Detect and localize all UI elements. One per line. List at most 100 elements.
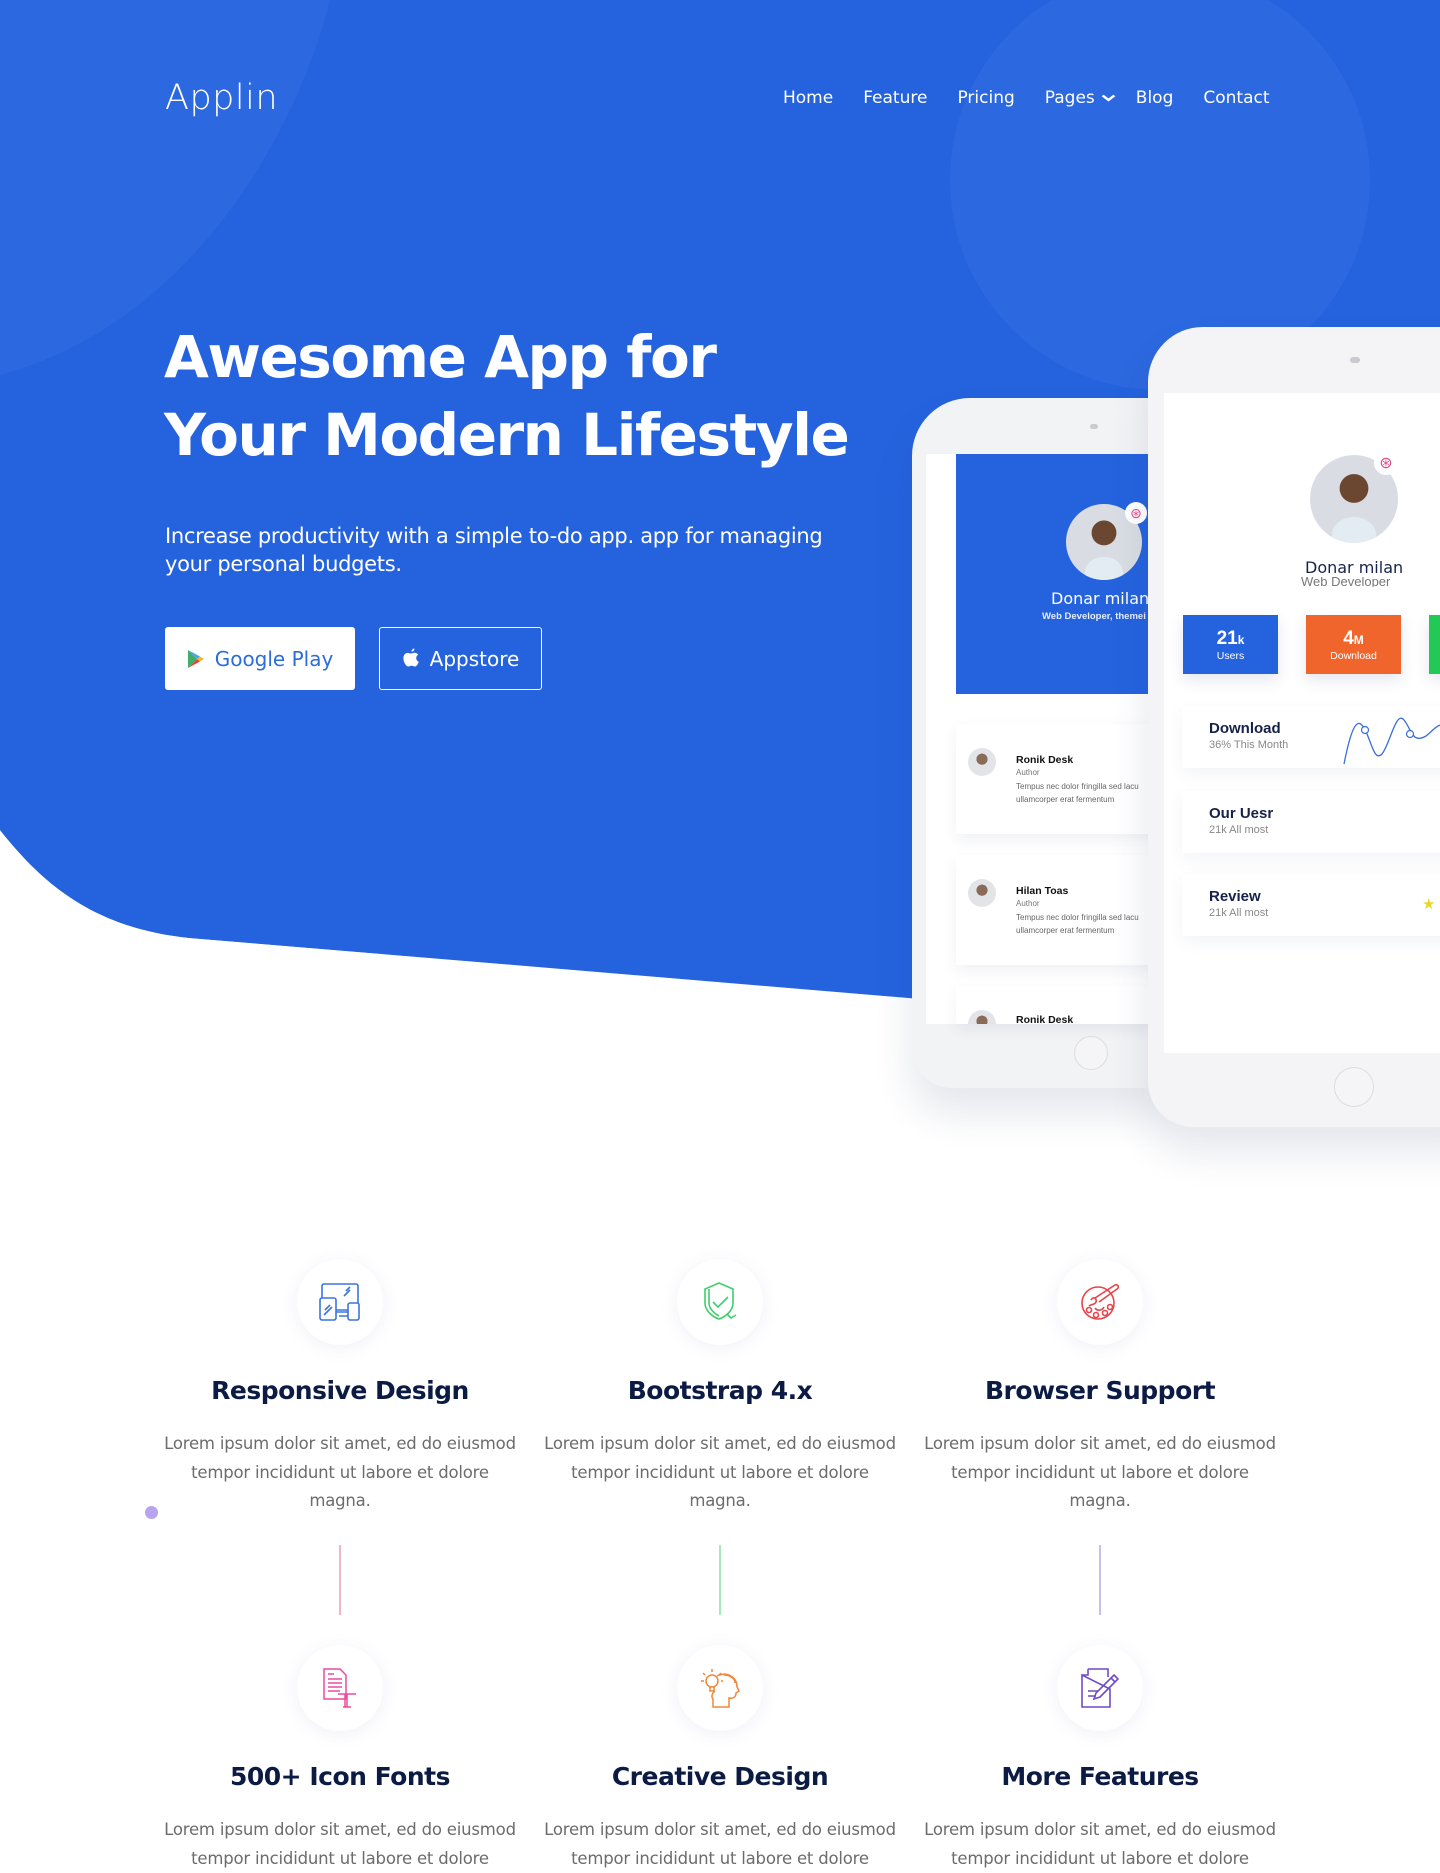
nav-contact[interactable]: Contact xyxy=(1203,88,1269,108)
stat-row-download: Download 36% This Month xyxy=(1182,706,1440,768)
list-item-name: Ronik Desk xyxy=(1016,754,1074,766)
nav-feature[interactable]: Feature xyxy=(863,88,927,108)
list-item: Ronik Desk xyxy=(956,986,1162,1024)
appstore-button[interactable]: Appstore xyxy=(379,627,542,690)
hero-title-line1: Awesome App for xyxy=(164,323,717,391)
row-subtitle: 36% This Month xyxy=(1209,739,1289,751)
feature-icon-circle xyxy=(677,1259,763,1345)
phone-home-button xyxy=(1074,1036,1108,1070)
feature-text: Lorem ipsum dolor sit amet, ed do eiusmo… xyxy=(164,1434,516,1510)
main-nav: Home Feature Pricing Pages Blog Contact xyxy=(783,88,1300,108)
list-item-text: Tempus nec dolor fringilla sed lacu ullam… xyxy=(1016,911,1139,937)
feature-icon-circle xyxy=(297,1259,383,1345)
list-item-text-line: ullamcorper erat fermentum xyxy=(1016,795,1115,804)
rating-stars: ★★ xyxy=(1422,895,1440,913)
stat-row-review: Review 21k All most ★★ xyxy=(1182,874,1440,936)
list-item: Hilan Toas Author Tempus nec dolor fring… xyxy=(956,855,1162,965)
hero-title: Awesome App for Your Modern Lifestyle xyxy=(164,318,850,474)
row-title: Download xyxy=(1209,720,1281,737)
nav-feature-label: Feature xyxy=(863,88,928,108)
feature-text: Lorem ipsum dolor sit amet, ed do eiusmo… xyxy=(544,1820,896,1868)
row-subtitle: 21k All most xyxy=(1209,824,1269,836)
connector-line xyxy=(1099,1545,1101,1615)
stat-third xyxy=(1429,615,1440,674)
nav-home-label: Home xyxy=(783,88,834,108)
feature-text: Lorem ipsum dolor sit amet, ed do eiusmo… xyxy=(544,1434,896,1510)
row-title: Our Uesr xyxy=(1209,805,1274,822)
google-play-icon xyxy=(187,649,205,669)
nav-pages[interactable]: Pages xyxy=(1045,88,1116,108)
apple-icon xyxy=(402,648,420,669)
devices-icon xyxy=(319,1283,360,1321)
star-icon: ★ xyxy=(1422,896,1440,913)
list-item-name: Ronik Desk xyxy=(1016,1014,1074,1024)
phone-camera xyxy=(1350,357,1360,363)
stat-row-users: Our Uesr 21k All most xyxy=(1182,791,1440,853)
google-play-button[interactable]: Google Play xyxy=(165,627,355,690)
phone-right-screen: ⊛ Donar milan Web Developer 21k Users 4M… xyxy=(1164,393,1440,1053)
profile-name: Donar milan xyxy=(1051,589,1150,608)
nav-pricing[interactable]: Pricing xyxy=(957,88,1014,108)
nav-blog[interactable]: Blog xyxy=(1136,88,1174,108)
stat-unit: k xyxy=(1237,632,1245,647)
phone-left-screen: ⊛ Donar milan Web Developer, themei Roni… xyxy=(926,454,1162,1024)
list-item-role: Author xyxy=(1016,768,1040,777)
profile-panel: ⊛ Donar milan Web Developer, themei xyxy=(956,454,1162,694)
feature-title: More Features xyxy=(1001,1762,1199,1791)
phone-mockup-left: ⊛ Donar milan Web Developer, themei Roni… xyxy=(912,398,1162,1088)
profile-subtitle: Web Developer, themei xyxy=(1042,611,1146,622)
stat-label: Users xyxy=(1216,649,1245,662)
nav-pricing-label: Pricing xyxy=(957,88,1015,108)
shield-check-icon xyxy=(704,1282,737,1320)
dribbble-icon: ⊛ xyxy=(1125,502,1147,524)
feature-icon-circle xyxy=(297,1645,383,1731)
hero-title-line2: Your Modern Lifestyle xyxy=(164,401,850,469)
feature-text: Lorem ipsum dolor sit amet, ed do eiusmo… xyxy=(924,1434,1276,1510)
stat-downloads: 4M Download xyxy=(1306,615,1401,674)
palette-icon xyxy=(1081,1284,1120,1320)
stat-unit: M xyxy=(1353,632,1364,647)
list-item-text-line: Tempus nec dolor fringilla sed lacu xyxy=(1016,913,1139,922)
profile-subtitle: Web Developer xyxy=(1301,577,1391,587)
nav-contact-label: Contact xyxy=(1203,88,1270,108)
phone-home-button xyxy=(1334,1067,1374,1107)
connector-line xyxy=(719,1545,721,1615)
list-item-text-line: Tempus nec dolor fringilla sed lacu xyxy=(1016,782,1139,791)
stat-label: Download xyxy=(1330,649,1377,662)
feature-text: Lorem ipsum dolor sit amet, ed do eiusmo… xyxy=(164,1820,516,1868)
list-item: Ronik Desk Author Tempus nec dolor fring… xyxy=(956,724,1162,834)
appstore-label: Appstore xyxy=(429,646,520,671)
feature-title: Responsive Design xyxy=(211,1376,469,1405)
profile-name: Donar milan xyxy=(1305,558,1404,577)
document-font-icon xyxy=(323,1668,356,1708)
feature-title: Browser Support xyxy=(984,1376,1216,1405)
feature-icon-circle xyxy=(1057,1645,1143,1731)
decorative-dot xyxy=(145,1506,158,1519)
list-item-text: Tempus nec dolor fringilla sed lacu ullam… xyxy=(1016,780,1139,806)
avatar xyxy=(968,1010,996,1024)
edit-document-icon xyxy=(1081,1668,1120,1708)
phone-camera xyxy=(1090,424,1098,429)
logo[interactable]: Applin xyxy=(165,78,278,118)
nav-blog-label: Blog xyxy=(1135,88,1174,108)
idea-head-icon xyxy=(701,1669,740,1708)
feature-title: Creative Design xyxy=(611,1762,829,1791)
nav-home[interactable]: Home xyxy=(783,88,833,108)
stat-users: 21k Users xyxy=(1183,615,1278,674)
dribbble-icon: ⊛ xyxy=(1374,451,1398,475)
avatar xyxy=(968,879,996,907)
phone-mockup-right: ⊛ Donar milan Web Developer 21k Users 4M… xyxy=(1148,327,1440,1127)
chevron-down-icon xyxy=(1101,94,1116,102)
row-title: Review xyxy=(1209,888,1261,905)
feature-title: 500+ Icon Fonts xyxy=(229,1762,451,1791)
download-sparkline xyxy=(1343,717,1440,765)
stat-value: 21 xyxy=(1216,627,1238,649)
avatar xyxy=(968,748,996,776)
stat-value: 4 xyxy=(1343,627,1354,649)
feature-title: Bootstrap 4.x xyxy=(627,1376,813,1405)
google-play-label: Google Play xyxy=(214,646,334,671)
feature-icon-circle xyxy=(1057,1259,1143,1345)
list-item-text-line: ullamcorper erat fermentum xyxy=(1016,926,1115,935)
row-subtitle: 21k All most xyxy=(1209,907,1269,919)
feature-icon-circle xyxy=(677,1645,763,1731)
